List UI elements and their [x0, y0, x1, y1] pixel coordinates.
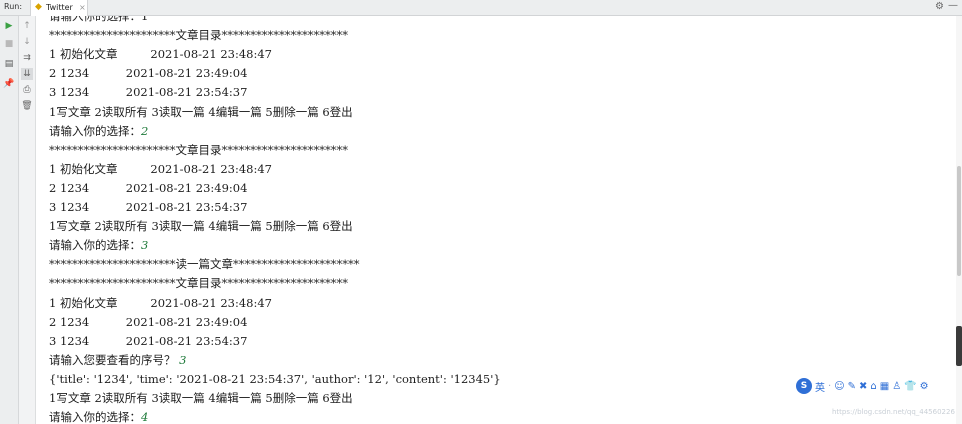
console-line: {'title': '1234', 'time': '2021-08-21 23… [49, 370, 501, 389]
stop-icon[interactable]: ■ [3, 38, 15, 50]
console-line: 3 1234 2021-08-21 23:54:37 [49, 83, 247, 102]
console-line: **********************文章目录**************… [49, 274, 348, 293]
ime-keyboard-icon[interactable]: ▦ [880, 381, 889, 392]
console-line-text: {'title': '1234', 'time': '2021-08-21 23… [49, 371, 501, 386]
console-user-input: 4 [141, 410, 149, 424]
console-line: 2 1234 2021-08-21 23:49:04 [49, 64, 247, 83]
console-user-input: 3 [141, 238, 149, 253]
console-line-text: 3 1234 2021-08-21 23:54:37 [49, 85, 248, 100]
console-line: 请输入您要查看的序号？ 3 [49, 351, 186, 370]
console-line-text: 3 1234 2021-08-21 23:54:37 [49, 200, 248, 214]
console-line-text: **********************读一篇文章*************… [49, 257, 360, 272]
ime-settings-icon[interactable]: ⚙ [920, 381, 929, 392]
run-tool-window-header: Run: ◆ Twitter × ⚙ — [0, 0, 962, 16]
console-line: 请输入你的选择：2 [49, 122, 148, 141]
console-line: 2 1234 2021-08-21 23:49:04 [49, 179, 247, 198]
scroll-to-end-icon[interactable]: ⇊ [21, 68, 33, 80]
console-line-text: **********************文章目录**************… [49, 276, 348, 291]
console-user-input: 2 [141, 123, 149, 138]
ime-tools-icon[interactable]: ✖ [859, 381, 867, 392]
console-line-text: 2 1234 2021-08-21 23:49:04 [49, 66, 248, 81]
console-line-text: 1 初始化文章 2021-08-21 23:48:47 [49, 295, 272, 310]
ime-skin-icon[interactable]: 👕 [904, 381, 916, 392]
console-line-text: 1 初始化文章 2021-08-21 23:48:47 [49, 47, 272, 62]
console-line: 1写文章 2读取所有 3读取一篇 4编辑一篇 5删除一篇 6登出 [49, 103, 353, 122]
gear-icon[interactable]: ⚙ [935, 1, 944, 12]
minimize-icon[interactable]: — [948, 0, 958, 11]
close-icon[interactable]: × [79, 3, 86, 12]
ime-emoji-icon[interactable]: ☺ [834, 381, 844, 392]
ime-user-icon[interactable]: ♙ [892, 381, 901, 392]
pin-icon[interactable]: 📌 [3, 78, 15, 90]
run-label: Run: [4, 2, 23, 11]
console-line-text: 2 1234 2021-08-21 23:49:04 [49, 180, 248, 195]
print-icon[interactable]: ⎙ [21, 84, 33, 96]
ime-handwrite-icon[interactable]: ✎ [848, 381, 856, 392]
console-line-text: 1 初始化文章 2021-08-21 23:48:47 [49, 161, 272, 176]
console-line: 1 初始化文章 2021-08-21 23:48:47 [49, 294, 272, 313]
console-line-text: 2 1234 2021-08-21 23:49:04 [49, 314, 248, 329]
ime-punct-icon[interactable]: · [828, 381, 831, 392]
console-line-text: 请输入你的选择：1 [49, 16, 149, 23]
console-line-text: 1写文章 2读取所有 3读取一篇 4编辑一篇 5删除一篇 6登出 [49, 219, 353, 234]
console-toolbar: ↑ ↓ ⇉ ⇊ ⎙ 🗑 [19, 16, 36, 424]
console-line-text: 1写文章 2读取所有 3读取一篇 4编辑一篇 5删除一篇 6登出 [49, 391, 353, 405]
console-line: 请输入你的选择：3 [49, 236, 148, 255]
tab-twitter[interactable]: ◆ Twitter × [30, 0, 88, 16]
ime-logo[interactable]: S [796, 378, 812, 394]
ime-lang-toggle[interactable]: 英 [815, 379, 825, 394]
trash-icon[interactable]: 🗑 [21, 100, 33, 112]
console-line: 1写文章 2读取所有 3读取一篇 4编辑一篇 5删除一篇 6登出 [49, 217, 353, 236]
console-line: 3 1234 2021-08-21 23:54:37 [49, 332, 247, 351]
watermark: https://blog.csdn.net/qq_44560226 [832, 408, 955, 416]
console-line: 1 初始化文章 2021-08-21 23:48:47 [49, 160, 272, 179]
console-line: 请输入你的选择：4 [49, 408, 148, 424]
console-line-text: **********************文章目录**************… [49, 142, 348, 157]
down-icon[interactable]: ↓ [21, 36, 33, 48]
tab-label: Twitter [46, 3, 73, 12]
console-line: 请输入你的选择：1 [49, 16, 148, 26]
console-output[interactable]: 请输入你的选择：1 **********************文章目录*****… [37, 16, 957, 424]
console-line: 2 1234 2021-08-21 23:49:04 [49, 313, 247, 332]
console-line: 1写文章 2读取所有 3读取一篇 4编辑一篇 5删除一篇 6登出 [49, 389, 353, 408]
console-line-text: 请输入你的选择： [49, 410, 141, 424]
rerun-icon[interactable]: ▶ [3, 20, 15, 32]
run-toolbar: ▶ ■ ▤ 📌 [0, 16, 19, 424]
console-line: 3 1234 2021-08-21 23:54:37 [49, 198, 247, 217]
console-line-text: **********************文章目录**************… [49, 28, 348, 43]
console-line-text: 请输入你的选择： [49, 123, 141, 138]
ime-toolbar[interactable]: S 英 · ☺ ✎ ✖ ⌂ ▦ ♙ 👕 ⚙ [794, 376, 962, 396]
python-icon: ◆ [35, 2, 42, 12]
ime-home-icon[interactable]: ⌂ [870, 381, 876, 392]
side-panel-handle[interactable] [956, 326, 962, 366]
layout-icon[interactable]: ▤ [3, 58, 15, 70]
console-line-text: 3 1234 2021-08-21 23:54:37 [49, 333, 248, 348]
console-line: **********************文章目录**************… [49, 26, 348, 45]
console-line-text: 1写文章 2读取所有 3读取一篇 4编辑一篇 5删除一篇 6登出 [49, 104, 353, 119]
console-line-text: 请输入您要查看的序号？ [49, 352, 180, 367]
console-line: **********************文章目录**************… [49, 141, 348, 160]
console-line: 1 初始化文章 2021-08-21 23:48:47 [49, 45, 272, 64]
console-user-input: 3 [179, 352, 187, 367]
up-icon[interactable]: ↑ [21, 20, 33, 32]
console-line: **********************读一篇文章*************… [49, 255, 360, 274]
soft-wrap-icon[interactable]: ⇉ [21, 52, 33, 64]
scroll-thumb[interactable] [957, 166, 961, 276]
console-line-text: 请输入你的选择： [49, 238, 141, 253]
